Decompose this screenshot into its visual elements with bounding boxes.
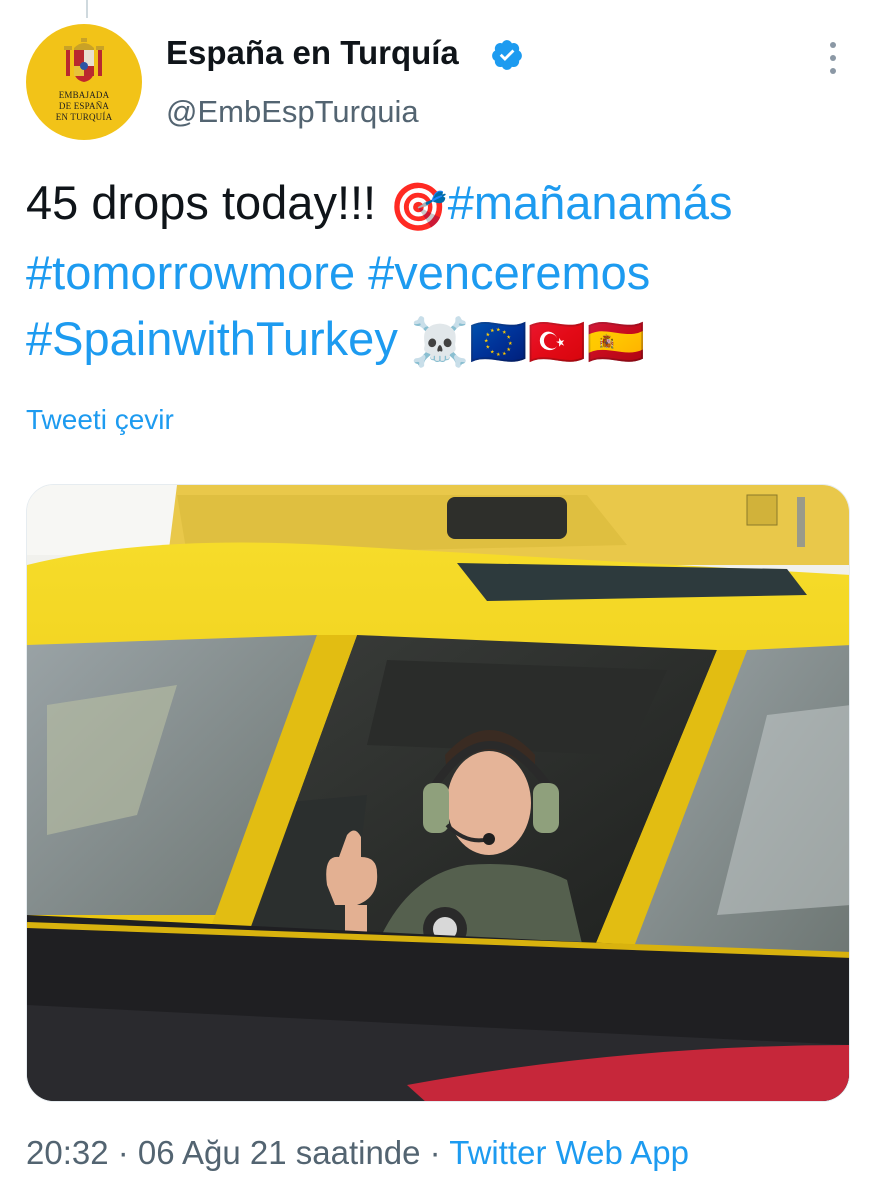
more-options-icon[interactable] bbox=[812, 36, 852, 80]
hashtag-link[interactable]: #SpainwithTurkey bbox=[26, 312, 398, 365]
separator: · bbox=[108, 1134, 138, 1171]
author-handle[interactable]: @EmbEspTurquia bbox=[166, 94, 419, 130]
tweet-photo[interactable] bbox=[26, 484, 850, 1102]
separator: · bbox=[420, 1134, 450, 1171]
aircraft-cockpit-image bbox=[27, 485, 849, 1101]
hashtag-link[interactable]: #mañanamás bbox=[448, 176, 733, 229]
tweet-date[interactable]: 06 Ağu 21 saatinde bbox=[138, 1134, 421, 1171]
tweet-text: 45 drops today!!! 🎯#mañanamás #tomorrowm… bbox=[26, 170, 856, 375]
tweet-source-link[interactable]: Twitter Web App bbox=[449, 1134, 689, 1171]
skull-and-flags-emoji: ☠️🇪🇺🇹🇷🇪🇸 bbox=[410, 315, 645, 369]
avatar-caption: EMBAJADA DE ESPAÑA EN TURQUÍA bbox=[55, 90, 113, 122]
author-display-name[interactable]: España en Turquía bbox=[166, 34, 459, 72]
thread-connector bbox=[86, 0, 88, 18]
tweet-text-plain: 45 drops today!!! bbox=[26, 176, 390, 229]
coat-of-arms-icon bbox=[64, 38, 104, 82]
verified-badge-icon bbox=[492, 40, 522, 70]
tweet-metadata: 20:32 · 06 Ağu 21 saatinde · Twitter Web… bbox=[26, 1134, 689, 1172]
hashtag-link[interactable]: #venceremos bbox=[368, 246, 650, 299]
hashtag-link[interactable]: #tomorrowmore bbox=[26, 246, 355, 299]
avatar[interactable]: EMBAJADA DE ESPAÑA EN TURQUÍA bbox=[26, 24, 142, 140]
tweet-time[interactable]: 20:32 bbox=[26, 1134, 109, 1171]
direct-hit-emoji: 🎯 bbox=[389, 179, 448, 233]
translate-tweet-link[interactable]: Tweeti çevir bbox=[26, 404, 174, 436]
